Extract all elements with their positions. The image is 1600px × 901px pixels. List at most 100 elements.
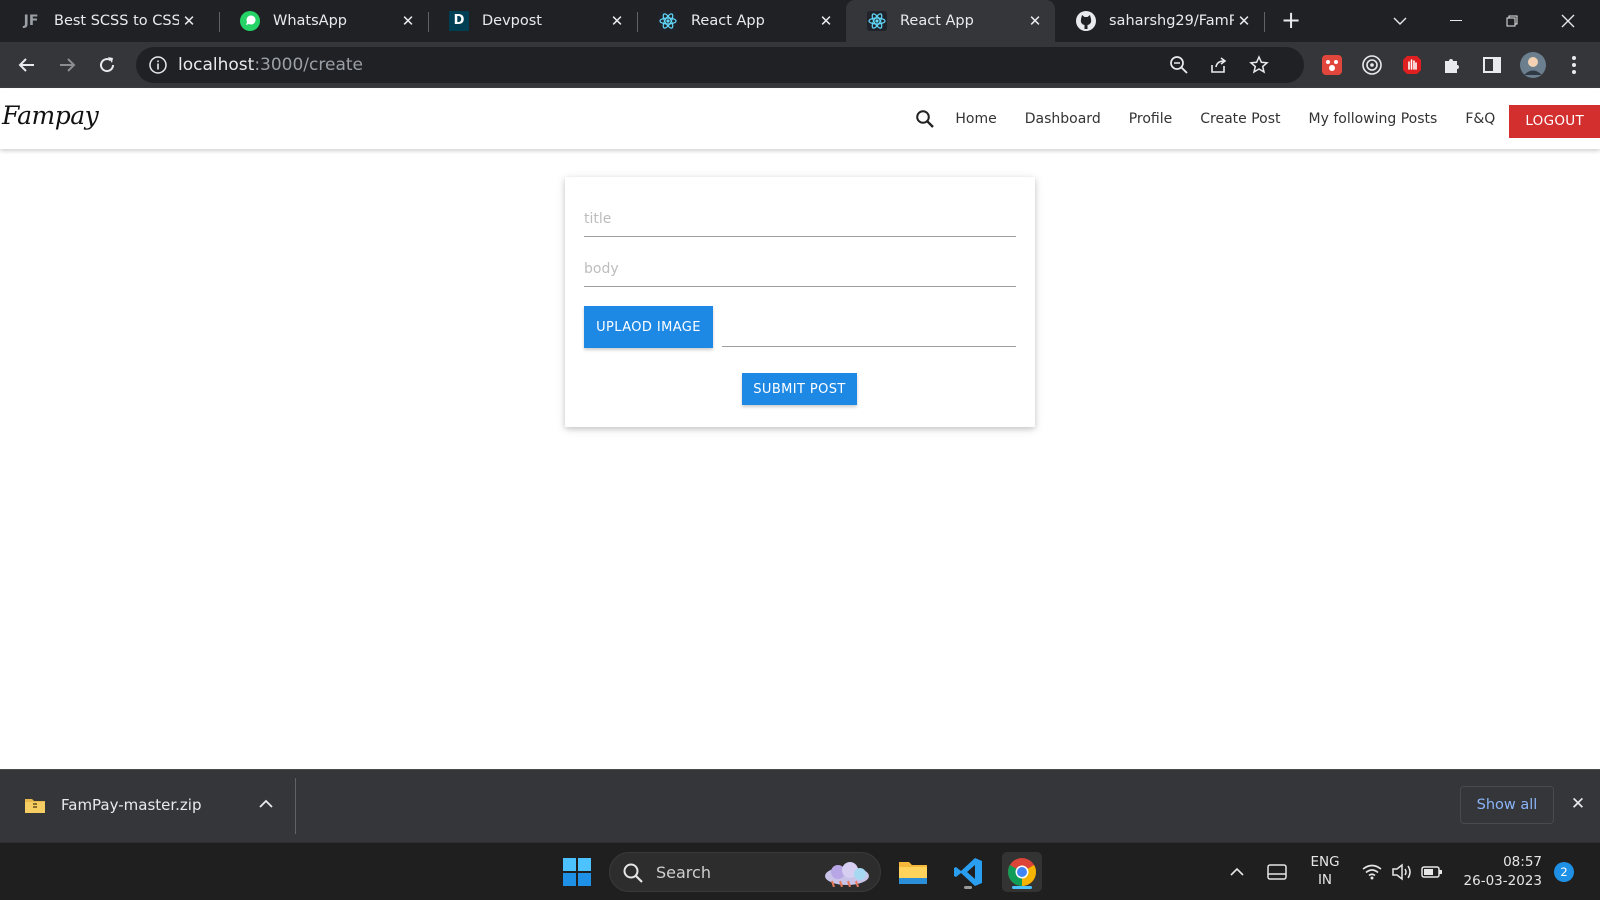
windows-logo-icon: [563, 858, 591, 886]
file-explorer-button[interactable]: [893, 852, 933, 892]
vscode-button[interactable]: [948, 852, 988, 892]
display-button[interactable]: [1264, 843, 1290, 901]
close-icon[interactable]: ✕: [607, 11, 627, 31]
side-panel-button[interactable]: [1480, 53, 1504, 77]
close-icon: [1561, 14, 1575, 28]
start-button[interactable]: [557, 852, 597, 892]
browser-tab[interactable]: WhatsApp ✕: [219, 0, 428, 42]
github-icon: [1075, 10, 1097, 32]
reload-icon: [100, 57, 115, 73]
vscode-icon: [954, 858, 982, 886]
browser-tab-active[interactable]: React App ✕: [846, 0, 1055, 42]
side-panel-icon: [1483, 57, 1501, 73]
restore-icon: [1506, 15, 1518, 27]
chrome-icon: [1008, 858, 1036, 886]
close-icon[interactable]: ✕: [179, 11, 199, 31]
close-icon[interactable]: ✕: [816, 11, 836, 31]
close-icon[interactable]: ✕: [398, 11, 418, 31]
zip-file-icon: [25, 799, 45, 813]
close-icon[interactable]: ✕: [1568, 794, 1588, 814]
new-tab-button[interactable]: +: [1278, 8, 1304, 34]
window-close-button[interactable]: [1540, 0, 1596, 42]
chrome-button[interactable]: [1002, 852, 1042, 892]
url-text[interactable]: localhost:3000/create: [178, 55, 363, 75]
tray-overflow-button[interactable]: [1224, 843, 1250, 901]
star-icon: [1249, 55, 1269, 74]
address-bar[interactable]: localhost:3000/create: [136, 47, 1304, 83]
close-icon[interactable]: ✕: [1025, 11, 1045, 31]
url-host: localhost: [178, 55, 255, 75]
system-clock[interactable]: 08:57 26-03-2023: [1460, 853, 1542, 891]
language-indicator[interactable]: ENG IN: [1306, 853, 1344, 889]
paw-extension-icon: [1322, 55, 1342, 75]
logout-button[interactable]: LOGOUT: [1509, 104, 1600, 138]
info-icon[interactable]: [148, 55, 168, 75]
download-separator: [295, 778, 296, 834]
search-icon[interactable]: [915, 108, 937, 130]
wifi-button[interactable]: [1359, 843, 1385, 901]
nav-following-posts[interactable]: My following Posts: [1309, 111, 1438, 127]
minimize-button[interactable]: [1428, 0, 1484, 42]
target-extension-icon: [1362, 55, 1382, 75]
forward-button[interactable]: [54, 52, 80, 78]
app-navbar: Fampay Home Dashboard Profile Create Pos…: [0, 89, 1600, 149]
body-input[interactable]: [584, 247, 1016, 287]
close-icon[interactable]: ✕: [1234, 11, 1254, 31]
volume-button[interactable]: [1389, 843, 1415, 901]
file-path-field[interactable]: [722, 345, 1016, 347]
taskbar-search[interactable]: Search: [609, 852, 881, 892]
share-button[interactable]: [1208, 54, 1230, 76]
windows-taskbar: Search ENG IN 08:57 26-03-2023 2: [0, 842, 1600, 900]
nav-dashboard[interactable]: Dashboard: [1025, 111, 1101, 127]
nav-profile[interactable]: Profile: [1129, 111, 1173, 127]
speaker-icon: [1392, 863, 1411, 881]
tab-label: Devpost: [482, 13, 542, 29]
browser-tab-strip: JF Best SCSS to CSS C ✕ WhatsApp ✕ D Dev…: [0, 0, 1600, 42]
brand-logo[interactable]: Fampay: [2, 101, 99, 130]
running-indicator: [964, 886, 972, 889]
extensions-menu-button[interactable]: [1440, 53, 1464, 77]
zoom-button[interactable]: [1168, 54, 1190, 76]
notification-badge[interactable]: 2: [1554, 862, 1574, 882]
react-icon: [657, 10, 679, 32]
avatar-icon: [1520, 52, 1546, 78]
minimize-icon: [1450, 20, 1462, 21]
nav-faq[interactable]: F&Q: [1465, 111, 1495, 127]
battery-icon: [1421, 866, 1442, 878]
browser-tab[interactable]: React App ✕: [637, 0, 846, 42]
extension-button[interactable]: [1400, 53, 1424, 77]
download-bar: FamPay-master.zip Show all ✕: [0, 769, 1600, 842]
upload-image-button[interactable]: UPLAOD IMAGE: [584, 306, 713, 348]
display-icon: [1267, 864, 1287, 880]
chevron-up-icon[interactable]: [256, 794, 276, 814]
nav-home[interactable]: Home: [955, 111, 996, 127]
tab-label: saharshg29/FamPay: [1109, 13, 1234, 29]
download-file-name[interactable]: FamPay-master.zip: [61, 796, 202, 814]
extension-button[interactable]: [1360, 53, 1384, 77]
clock-date: 26-03-2023: [1463, 873, 1542, 889]
browser-tab[interactable]: saharshg29/FamPay ✕: [1055, 0, 1264, 42]
show-all-button[interactable]: Show all: [1460, 786, 1554, 824]
page-viewport: Fampay Home Dashboard Profile Create Pos…: [0, 89, 1600, 769]
browser-menu-button[interactable]: [1562, 53, 1586, 77]
hand-extension-icon: [1403, 56, 1421, 74]
taskbar-search-label: Search: [656, 863, 711, 882]
nav-create-post[interactable]: Create Post: [1200, 111, 1280, 127]
tab-search-button[interactable]: [1372, 0, 1428, 42]
chevron-up-icon: [1230, 867, 1244, 876]
bookmark-button[interactable]: [1248, 54, 1270, 76]
reload-button[interactable]: [94, 52, 120, 78]
title-input[interactable]: [584, 197, 1016, 237]
back-button[interactable]: [14, 52, 40, 78]
tab-label: React App: [691, 13, 765, 29]
browser-tab[interactable]: JF Best SCSS to CSS C ✕: [0, 0, 209, 42]
language-code: ENG: [1310, 854, 1340, 870]
submit-post-button[interactable]: SUBMIT POST: [742, 373, 857, 405]
url-path: :3000/create: [254, 55, 363, 75]
restore-button[interactable]: [1484, 0, 1540, 42]
extension-button[interactable]: [1320, 53, 1344, 77]
browser-tab[interactable]: D Devpost ✕: [428, 0, 637, 42]
battery-button[interactable]: [1419, 843, 1445, 901]
tab-label: Best SCSS to CSS C: [54, 13, 179, 29]
profile-avatar[interactable]: [1519, 51, 1547, 79]
